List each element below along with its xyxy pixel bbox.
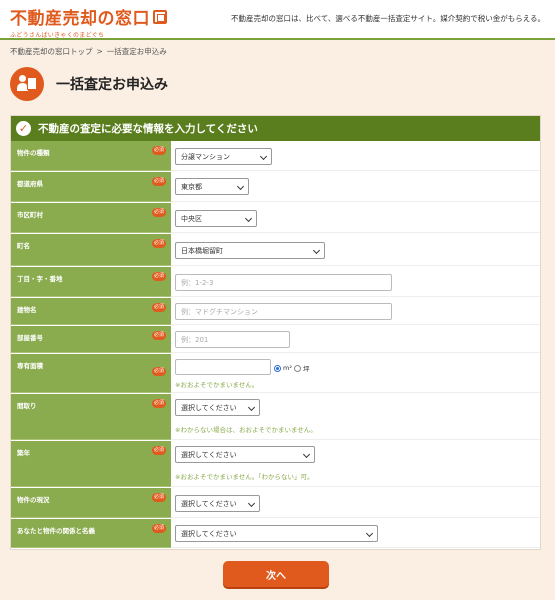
required-badge: 必須 [152,177,166,186]
page-title-row: 一括査定お申込み [10,64,168,104]
field-label: 建物名 [17,306,37,314]
field-note: ※おおよそでかまいません。 [175,381,259,389]
chevron-down-icon [236,182,245,191]
field-label: 部屋番号 [17,334,43,342]
year-built-select[interactable]: 選択してください [175,446,315,463]
chevron-down-icon [247,403,256,412]
unit-tsubo-radio[interactable] [293,364,301,372]
chevron-down-icon [302,450,311,459]
select-value: 選択してください [181,403,237,412]
required-badge: 必須 [152,524,166,533]
chevron-down-icon [247,499,256,508]
floor-area-input[interactable] [175,359,271,375]
form-header-text: 不動産の査定に必要な情報を入力してください [38,123,258,135]
select-value: 東京都 [181,182,202,191]
select-value: 中央区 [181,214,202,223]
form-row-prefecture: 都道府県 必須 東京都 [11,172,540,203]
window-icon [153,9,167,24]
required-badge: 必須 [152,493,166,502]
select-value: 日本橋堀留町 [181,246,223,255]
select-value: 分譲マンション [181,152,230,161]
field-label: 専有面積 [17,362,43,370]
logo-subtext: ふどうさんばいきゃくのまどぐち [10,32,105,39]
form-row-room-number: 部屋番号 必須 例：201 [11,326,540,354]
field-label: 築年 [17,449,30,457]
form-row-city: 市区町村 必須 中央区 [11,203,540,234]
check-icon: ✓ [16,121,31,136]
field-label: 丁目・字・番地 [17,275,63,283]
chevron-down-icon [259,152,268,161]
application-form-icon [10,67,44,101]
property-type-select[interactable]: 分譲マンション [175,148,272,165]
field-label: 市区町村 [17,211,43,219]
logo-text: 不動産売却の窓口 [10,9,150,29]
required-badge: 必須 [152,272,166,281]
required-badge: 必須 [152,146,166,155]
site-tagline: 不動産売却の窓口は、比べて、選べる不動産一括査定サイト。媒介契約で税い金がもらえ… [231,14,545,23]
area-unit-options: m² 坪 [274,363,309,373]
form-row-floor-area: 専有面積 必須 m² 坪 ※おおよそでかまいません。 [11,354,540,394]
select-value: 選択してください [181,450,237,459]
required-badge: 必須 [152,367,166,376]
form-row-building-name: 建物名 必須 例：マドグチマンション [11,298,540,326]
page-title: 一括査定お申込み [56,77,168,93]
relationship-select[interactable]: 選択してください [175,525,378,542]
field-label: 都道府県 [17,180,43,188]
field-label: 町名 [17,242,30,250]
unit-m2-radio[interactable] [274,364,281,372]
select-value: 選択してください [181,529,237,538]
building-name-input[interactable]: 例：マドグチマンション [175,303,392,320]
property-status-select[interactable]: 選択してください [175,495,260,512]
required-badge: 必須 [152,446,166,455]
form-row-street-number: 丁目・字・番地 必須 例：1-2-3 [11,267,540,298]
chevron-down-icon [244,214,253,223]
field-label: 間取り [17,402,37,410]
required-badge: 必須 [152,239,166,248]
form-row-relationship: あなたと物件の関係と名義 必須 選択してください [11,519,540,549]
unit-tsubo-label: 坪 [302,365,310,373]
floor-plan-select[interactable]: 選択してください [175,399,260,416]
unit-m2-label: m² [283,364,292,372]
street-number-input[interactable]: 例：1-2-3 [175,274,392,291]
breadcrumb-home-link[interactable]: 不動産売却の窓口トップ [10,47,93,56]
breadcrumb-current: 一括査定お申込み [106,47,167,56]
assessment-form: ✓ 不動産の査定に必要な情報を入力してください 物件の種類 必須 分譲マンション… [10,115,541,550]
next-button[interactable]: 次へ [223,561,329,587]
prefecture-select[interactable]: 東京都 [175,178,249,195]
site-logo[interactable]: 不動産売却の窓口 ふどうさんばいきゃくのまどぐち [10,4,167,39]
field-label: あなたと物件の関係と名義 [17,527,95,535]
chevron-down-icon [365,529,374,538]
field-label: 物件の現況 [17,496,50,504]
chevron-down-icon [312,246,321,255]
room-number-input[interactable]: 例：201 [175,331,290,348]
field-note: ※おおよそでかまいません。「わからない」可。 [175,473,314,481]
town-select[interactable]: 日本橋堀留町 [175,242,325,259]
form-header: ✓ 不動産の査定に必要な情報を入力してください [11,116,540,141]
form-row-property-status: 物件の現況 必須 選択してください [11,488,540,519]
field-note: ※わからない場合は、おおよそでかまいません。 [175,426,317,434]
breadcrumb-separator: > [96,47,103,56]
form-row-town: 町名 必須 日本橋堀留町 [11,234,540,267]
breadcrumb: 不動産売却の窓口トップ > 一括査定お申込み [10,46,167,57]
form-row-floor-plan: 間取り 必須 選択してください ※わからない場合は、おおよそでかまいません。 [11,394,540,441]
field-label: 物件の種類 [17,149,50,157]
city-select[interactable]: 中央区 [175,210,257,227]
required-badge: 必須 [152,208,166,217]
required-badge: 必須 [152,331,166,340]
site-header: 不動産売却の窓口 ふどうさんばいきゃくのまどぐち 不動産売却の窓口は、比べて、選… [0,0,555,40]
form-row-year-built: 築年 必須 選択してください ※おおよそでかまいません。「わからない」可。 [11,441,540,488]
required-badge: 必須 [152,399,166,408]
select-value: 選択してください [181,499,237,508]
required-badge: 必須 [152,303,166,312]
form-row-property-type: 物件の種類 必須 分譲マンション [11,141,540,172]
